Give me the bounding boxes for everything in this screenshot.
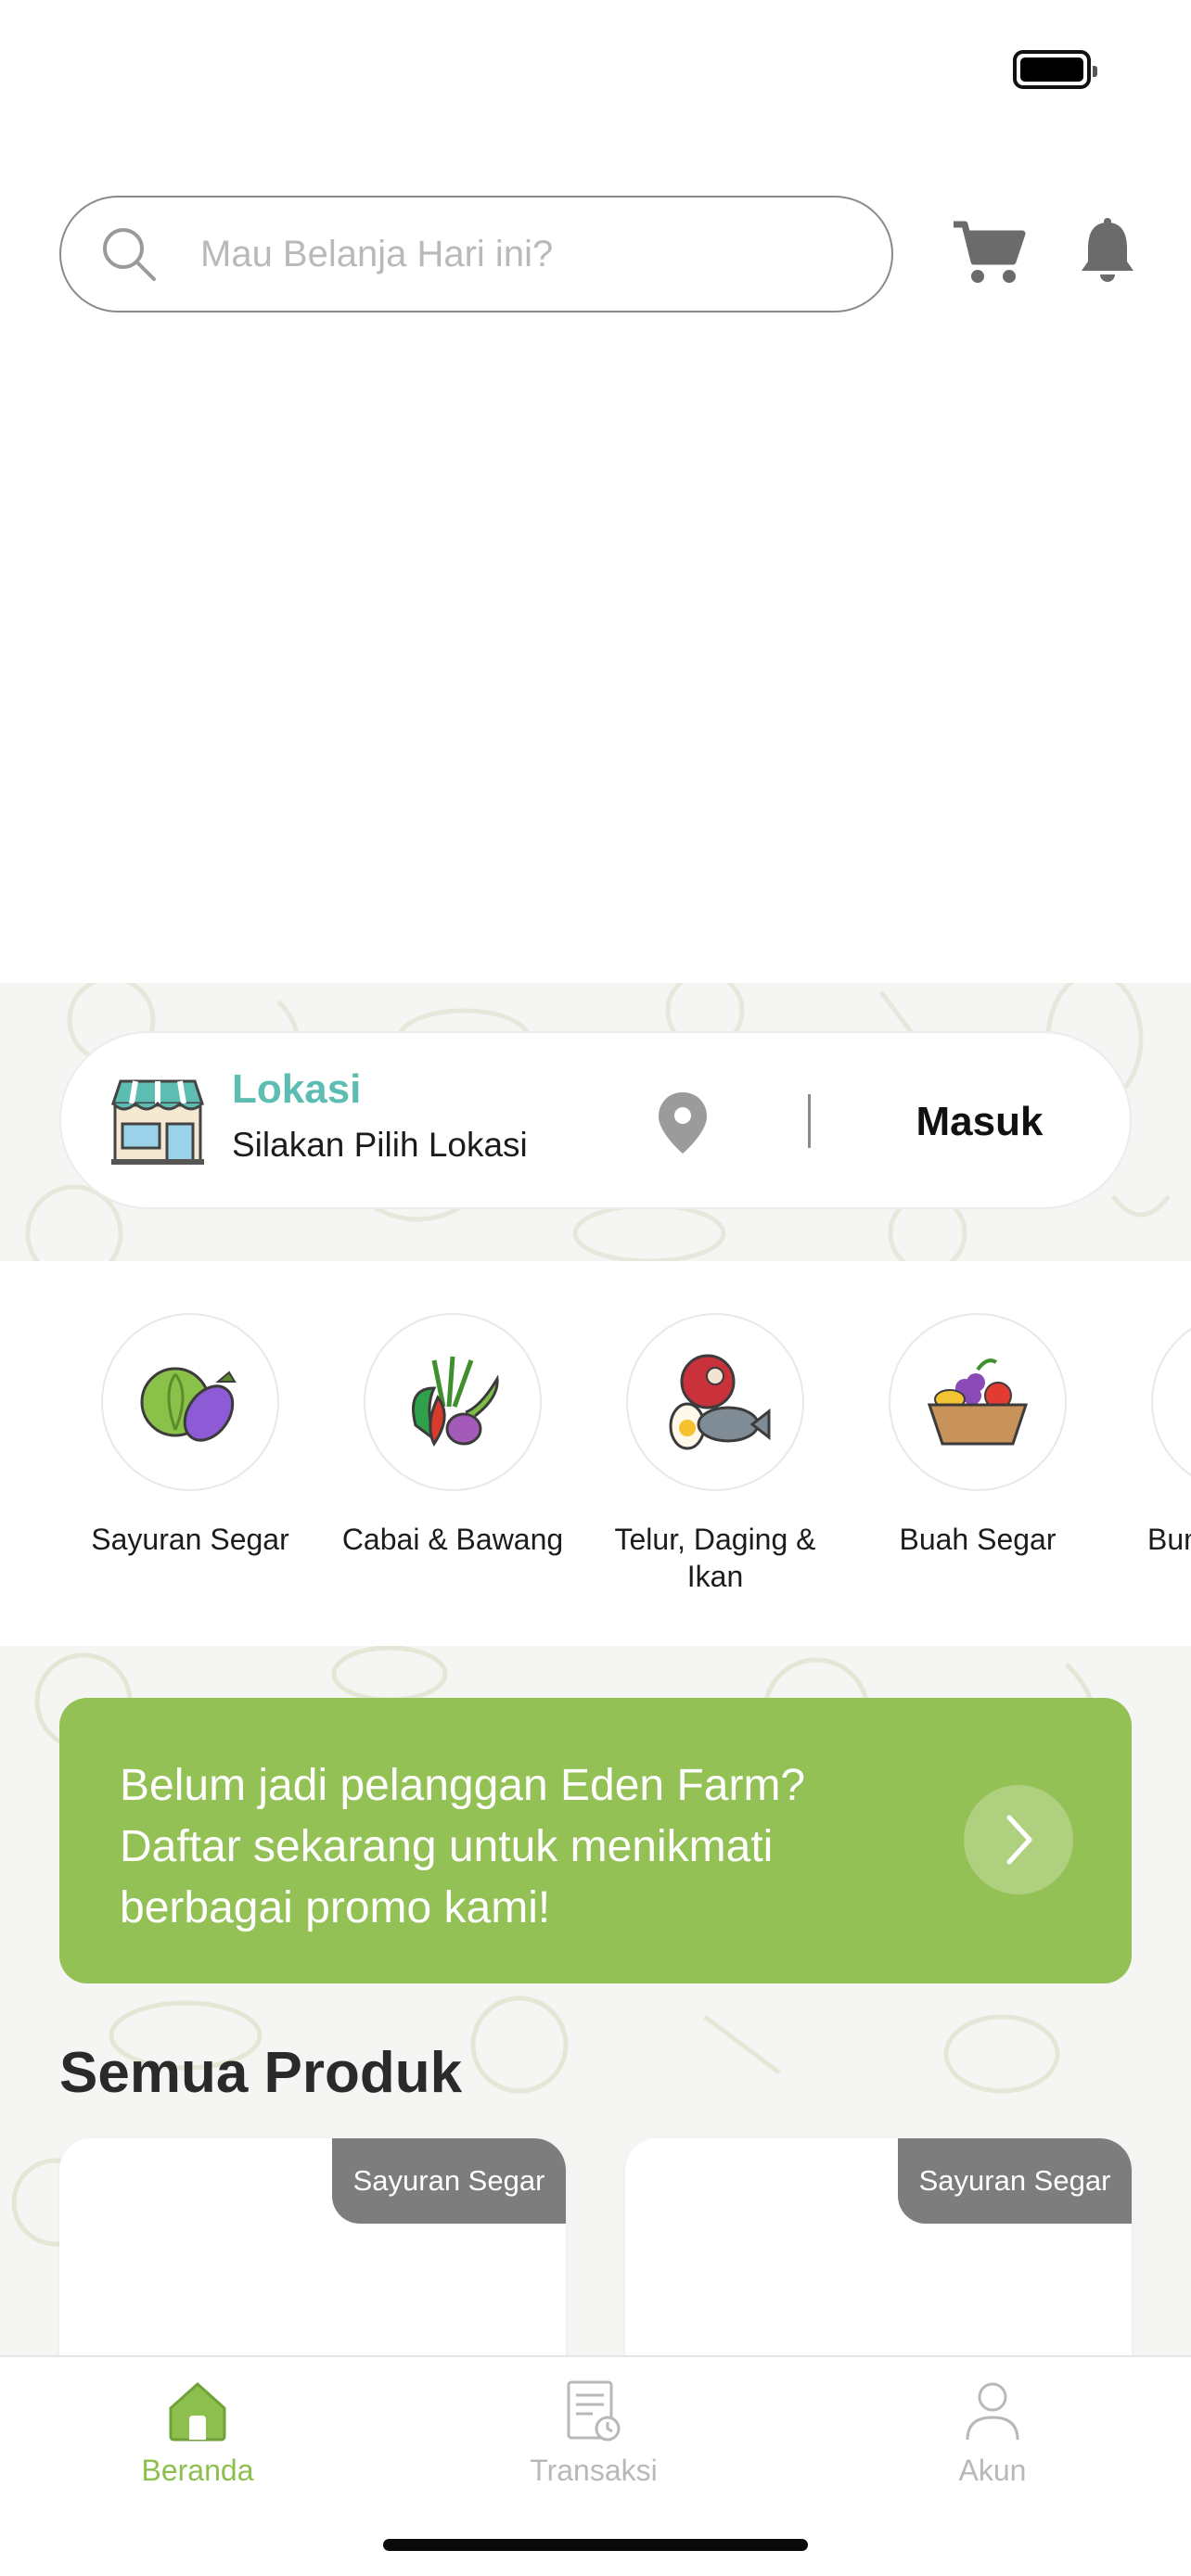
location-subtitle[interactable]: Silakan Pilih Lokasi [232,1126,528,1165]
fruit-basket-icon [927,1358,1029,1446]
promo-text: Belum jadi pelanggan Eden Farm? Daftar s… [120,1761,806,1932]
receipt-icon [567,2380,621,2442]
cart-icon [954,221,1026,283]
location-pin-icon[interactable] [655,1090,711,1155]
location-card[interactable]: Lokasi Silakan Pilih Lokasi Masuk [59,1031,1132,1209]
nav-item-beranda[interactable]: Beranda [96,2374,300,2488]
category-item-buah-segar[interactable]: Buah Segar [857,1313,1098,1558]
category-list: Sayuran Segar Cabai & Bawang Telur, Dagi… [0,1261,1191,1646]
nav-label: Transaksi [530,2454,658,2487]
chili-onion-icon [412,1356,499,1447]
status-bar [0,0,1191,139]
category-item-telur-daging-ikan[interactable]: Telur, Daging & Ikan [595,1313,836,1595]
vegetables-icon [140,1367,237,1442]
register-promo-banner[interactable]: Belum jadi pelanggan Eden Farm? Daftar s… [59,1698,1132,1983]
category-tag: Sayuran Segar [332,2138,566,2224]
search-input[interactable] [200,233,850,275]
bell-icon [1082,218,1133,282]
nav-item-transaksi[interactable]: Transaksi [492,2374,696,2488]
divider [808,1094,811,1148]
home-indicator [383,2539,808,2551]
category-item-cabai-bawang[interactable]: Cabai & Bawang [332,1313,573,1558]
category-label: Sayuran Segar [91,1523,289,1556]
promo-arrow-button[interactable] [964,1785,1073,1894]
notification-button[interactable] [1074,211,1141,289]
store-icon [110,1079,205,1165]
nav-label: Akun [958,2454,1027,2487]
search-icon [98,223,160,285]
category-item-sayuran-segar[interactable]: Sayuran Segar [70,1313,311,1558]
home-icon [169,2382,226,2442]
location-title: Lokasi [232,1066,362,1112]
category-item-partial[interactable]: Bum [1120,1313,1191,1558]
chevron-right-icon [1006,1815,1032,1865]
section-title: Semua Produk [59,2041,463,2105]
user-icon [966,2382,1019,2441]
egg-meat-fish-icon [669,1354,771,1450]
battery-icon [1013,50,1097,89]
category-label: Cabai & Bawang [341,1523,564,1556]
search-bar[interactable] [59,196,893,312]
category-label: Telur, Daging & Ikan [614,1523,816,1593]
category-label: Bum [1147,1523,1191,1556]
nav-item-akun[interactable]: Akun [890,2374,1095,2488]
cart-button[interactable] [950,213,1028,291]
login-button[interactable]: Masuk [877,1087,1082,1157]
category-tag: Sayuran Segar [898,2138,1132,2224]
category-label: Buah Segar [899,1523,1057,1556]
banner-placeholder [0,352,1191,983]
nav-label: Beranda [141,2454,254,2487]
